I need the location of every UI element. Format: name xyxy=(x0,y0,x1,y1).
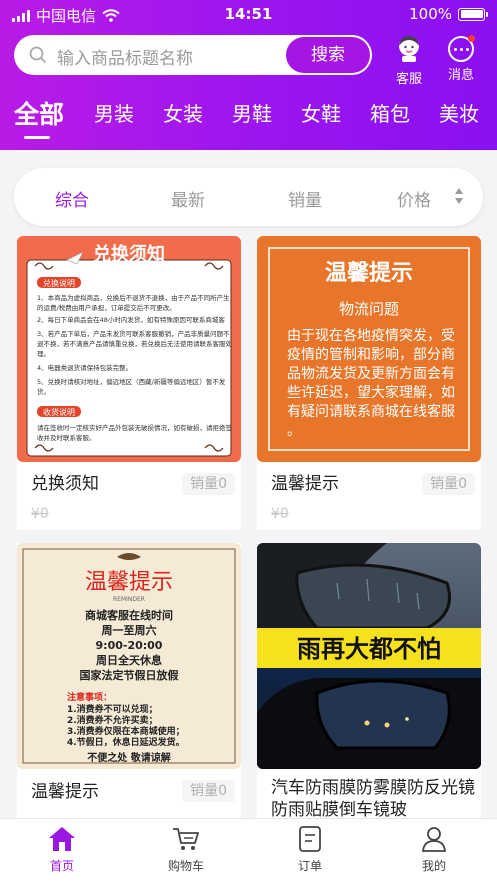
search-input[interactable]: 输入商品标题名称 xyxy=(57,44,193,69)
product-sales: 销量0 xyxy=(182,473,235,495)
battery-percent: 100% xyxy=(409,5,452,23)
product-image: 温馨提示 REMINDER 商城客服在线时间 周一至周六 9:00-20:00 … xyxy=(17,543,241,769)
cart-icon xyxy=(173,828,199,850)
poster-text: 些许延迟，望大家理解，如 xyxy=(287,384,455,401)
search-icon xyxy=(29,46,47,64)
product-card[interactable]: 温馨提示 物流问题 由于现在各地疫情突发，受 疫情的管制和影响，部分商 品物流发… xyxy=(257,236,481,530)
tab-home[interactable]: 首页 xyxy=(22,825,102,874)
unread-badge xyxy=(468,35,475,42)
poster-banner: 雨再大都不怕 xyxy=(297,635,441,663)
bottom-tab-bar: 首页 购物车 订单 我的 xyxy=(0,818,497,883)
category-tab-womens-shoes[interactable]: 女鞋 xyxy=(301,98,341,127)
product-name: 温馨提示 xyxy=(271,474,339,494)
poster-text: 的运费/税费由用户承担，订单提交后不可更改。 xyxy=(37,303,176,312)
product-price: ¥0 xyxy=(31,506,49,522)
messages-label: 消息 xyxy=(447,68,474,83)
poster-subtitle: 物流问题 xyxy=(339,300,399,318)
product-card[interactable]: 温馨提示 REMINDER 商城客服在线时间 周一至周六 9:00-20:00 … xyxy=(17,543,241,818)
category-tabs: 全部 男装 女装 男鞋 女鞋 箱包 美妆 xyxy=(0,95,497,139)
product-sales: 销量0 xyxy=(422,473,475,495)
poster-text: 请在签收时一定核实好产品外包装无破损情况，如有破损，请拒绝签 xyxy=(37,423,233,432)
poster-text: 国家法定节假日放假 xyxy=(80,668,180,682)
category-tab-menswear[interactable]: 男装 xyxy=(94,98,134,127)
product-card[interactable]: 雨再大都不怕 汽车防雨膜防雾膜防反光镜防雨贴膜倒车镜玻 xyxy=(257,543,481,820)
order-icon xyxy=(299,826,321,852)
poster-text: 2.消费券不允许买卖； xyxy=(67,714,158,726)
category-tab-bags[interactable]: 箱包 xyxy=(370,98,410,127)
profile-icon xyxy=(422,827,446,852)
active-tab-indicator xyxy=(24,136,50,139)
poster-section-label: 兑换说明 xyxy=(43,278,75,288)
poster-text: 1.消费券不可以兑现； xyxy=(67,703,158,715)
category-tab-womenswear[interactable]: 女装 xyxy=(163,98,203,127)
poster-text: 退不换，若不满意产品请慎重兑换，若兑换后无法使用请联系客服处 xyxy=(37,339,233,348)
poster-section-label: 注意事项： xyxy=(67,691,112,703)
poster-text: 货。 xyxy=(37,387,50,396)
product-sales: 销量0 xyxy=(182,780,235,802)
product-image: 雨再大都不怕 xyxy=(257,543,481,769)
category-tab-all[interactable]: 全部 xyxy=(14,95,64,131)
tab-orders-label: 订单 xyxy=(297,859,322,873)
status-bar: 中国电信 14:51 100% xyxy=(0,0,497,28)
sort-bar: 综合 最新 销量 价格 xyxy=(14,168,483,226)
service-label: 客服 xyxy=(395,72,422,87)
poster-text: 9:00-20:00 xyxy=(96,639,163,652)
sort-arrows-icon xyxy=(455,188,463,204)
poster-text: 商城客服在线时间 xyxy=(85,608,173,622)
poster-text: 有疑问请联系商城在线客服 xyxy=(287,403,455,420)
poster-title: 兑换须知 xyxy=(93,243,165,265)
poster-text: 周日全天休息 xyxy=(96,653,162,667)
poster-text: 1、本商品为虚拟商品，兑换后不退货不退换，由于产品不同所产生 xyxy=(37,293,230,302)
poster-text: 4、电器类退货请保持包装完整。 xyxy=(37,363,132,372)
poster-text: 不便之处 敬请谅解 xyxy=(87,751,170,764)
tab-profile[interactable]: 我的 xyxy=(394,825,474,874)
poster-text: 3、若产品下单后，产品未发货可联系客服撤销，产品非质量问题不 xyxy=(37,329,230,338)
category-tab-beauty[interactable]: 美妆 xyxy=(439,98,479,127)
poster-text: 疫情的管制和影响，部分商 xyxy=(287,347,455,363)
sort-sales[interactable]: 销量 xyxy=(288,186,322,211)
product-card[interactable]: 兑换须知 兑换说明 1、本商品为虚拟商品，兑换后不退货不退换，由于产品不同所产生… xyxy=(17,236,241,530)
customer-service-icon xyxy=(399,36,419,62)
product-image: 兑换须知 兑换说明 1、本商品为虚拟商品，兑换后不退货不退换，由于产品不同所产生… xyxy=(17,236,241,462)
search-bar[interactable]: 输入商品标题名称 搜索 xyxy=(14,35,372,75)
product-name: 温馨提示 xyxy=(31,782,99,802)
sort-newest[interactable]: 最新 xyxy=(171,186,205,211)
poster-text: 收并及时联系客服。 xyxy=(37,433,96,442)
tab-orders[interactable]: 订单 xyxy=(270,825,350,874)
poster-subtitle: REMINDER xyxy=(113,596,145,603)
poster-text: 3.消费券仅限在本商城使用； xyxy=(67,725,185,737)
battery-icon xyxy=(458,7,488,21)
poster-text: 品物流发货及更新方面会有 xyxy=(287,365,455,382)
messages-button[interactable]: 消息 xyxy=(441,34,481,83)
product-price: ¥0 xyxy=(271,506,289,522)
home-icon xyxy=(49,827,75,851)
poster-text: 理。 xyxy=(37,350,50,358)
tab-profile-label: 我的 xyxy=(421,859,446,873)
poster-text: 4.节假日，休息日延迟发货。 xyxy=(67,736,185,748)
tab-cart[interactable]: 购物车 xyxy=(146,825,226,874)
header: 中国电信 14:51 100% 输入商品标题名称 搜索 客服 消息 全部 男装 … xyxy=(0,0,497,150)
product-name: 汽车防雨膜防雾膜防反光镜防雨贴膜倒车镜玻 xyxy=(271,778,475,820)
poster-text: 由于现在各地疫情突发，受 xyxy=(287,328,455,344)
customer-service-button[interactable]: 客服 xyxy=(389,34,429,87)
search-button[interactable]: 搜索 xyxy=(286,37,370,73)
product-name: 兑换须知 xyxy=(31,474,99,494)
category-tab-mens-shoes[interactable]: 男鞋 xyxy=(232,98,272,127)
poster-title: 温馨提示 xyxy=(85,570,173,595)
poster-text: 。 xyxy=(287,423,301,439)
tab-home-label: 首页 xyxy=(49,859,74,873)
poster-title: 温馨提示 xyxy=(325,260,413,286)
poster-text: 周一至周六 xyxy=(102,623,157,637)
tab-cart-label: 购物车 xyxy=(167,859,204,873)
product-image: 温馨提示 物流问题 由于现在各地疫情突发，受 疫情的管制和影响，部分商 品物流发… xyxy=(257,236,481,462)
poster-text: 5、兑换时请核对地址，偏远地区（西藏/新疆等偏远地区）暂不发 xyxy=(37,377,226,386)
poster-section-label: 收货说明 xyxy=(43,407,75,417)
message-icon xyxy=(448,35,475,62)
poster-text: 2、每日下单商品会在48小时内发货，如有特殊原因可联系商城客 xyxy=(37,315,225,324)
sort-price[interactable]: 价格 xyxy=(397,186,431,211)
sort-comprehensive[interactable]: 综合 xyxy=(55,186,89,211)
